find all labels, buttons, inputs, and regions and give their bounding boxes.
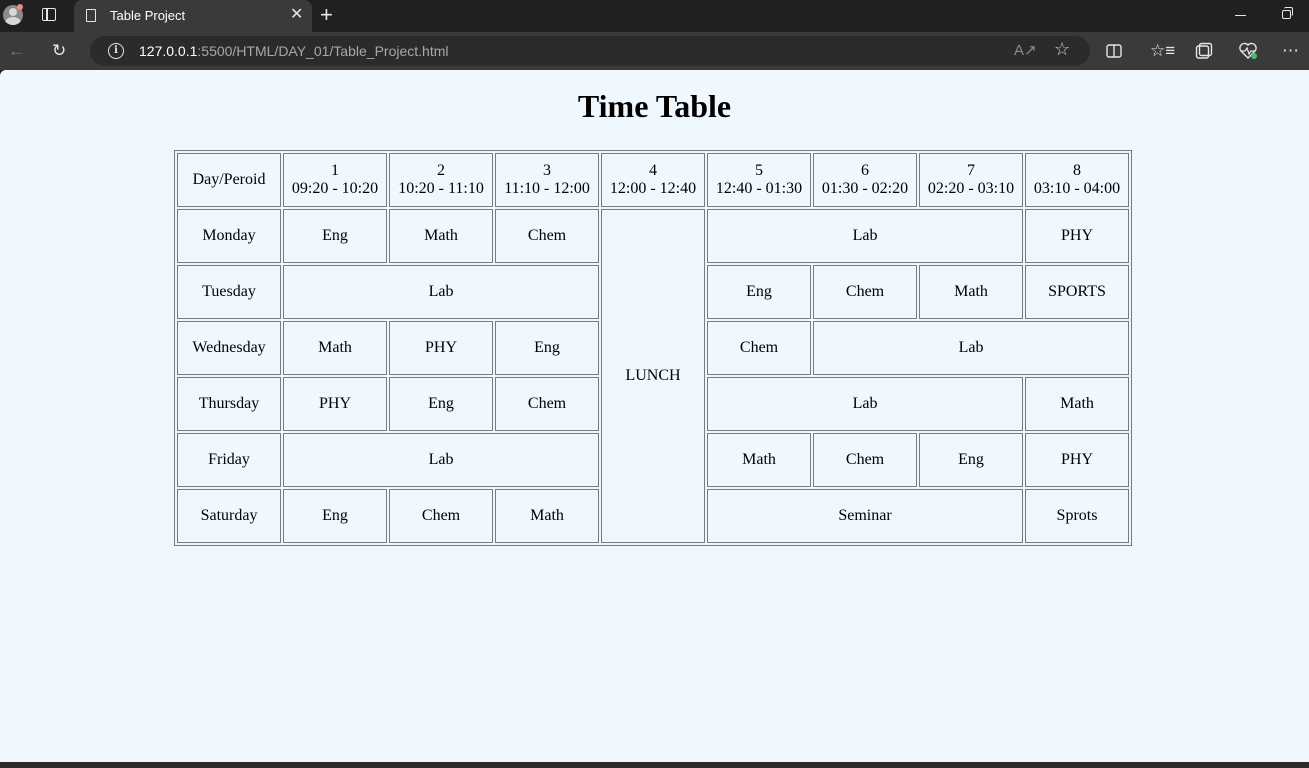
header-period-5: 5 12:40 - 01:30 xyxy=(707,153,811,207)
favorites-icon[interactable]: ☆≡ xyxy=(1150,41,1175,61)
read-aloud-icon[interactable]: A↗ xyxy=(1014,41,1037,59)
subject-cell: Math xyxy=(1025,377,1129,431)
subject-cell: Lab xyxy=(707,209,1023,263)
subject-cell: Chem xyxy=(495,209,599,263)
period-number: 3 xyxy=(543,162,551,179)
period-number: 5 xyxy=(755,162,763,179)
day-cell: Saturday xyxy=(177,489,281,543)
subject-cell: Math xyxy=(495,489,599,543)
header-period-2: 2 10:20 - 11:10 xyxy=(389,153,493,207)
more-options-icon[interactable]: ⋯ xyxy=(1282,41,1299,61)
subject-cell: Chem xyxy=(813,433,917,487)
back-icon[interactable]: ← xyxy=(8,41,25,61)
subject-cell: Lab xyxy=(707,377,1023,431)
page-title: Time Table xyxy=(577,88,732,124)
subject-cell: Math xyxy=(283,321,387,375)
browser-tab-strip: Table Project ✕ + xyxy=(0,0,1309,32)
period-time: 02:20 - 03:10 xyxy=(927,180,1015,197)
restore-window-icon[interactable] xyxy=(1282,7,1293,19)
subject-cell: Math xyxy=(707,433,811,487)
day-cell: Tuesday xyxy=(177,265,281,319)
bottom-edge xyxy=(0,762,1309,768)
subject-cell: PHY xyxy=(1025,433,1129,487)
header-period-6: 6 01:30 - 02:20 xyxy=(813,153,917,207)
close-tab-icon[interactable]: ✕ xyxy=(290,6,303,24)
subject-cell: Chem xyxy=(813,265,917,319)
subject-cell: Chem xyxy=(707,321,811,375)
period-time: 12:40 - 01:30 xyxy=(715,180,803,197)
lunch-cell: LUNCH xyxy=(601,209,705,543)
split-screen-icon[interactable] xyxy=(1106,43,1122,59)
browser-toolbar: ← ↻ i 127.0.0.1:5500/HTML/DAY_01/Table_P… xyxy=(0,32,1309,70)
subject-cell: Seminar xyxy=(707,489,1023,543)
period-time: 03:10 - 04:00 xyxy=(1033,180,1121,197)
address-bar[interactable]: i 127.0.0.1:5500/HTML/DAY_01/Table_Proje… xyxy=(90,36,1090,66)
profile-notification-dot xyxy=(17,4,23,10)
tab-title: Table Project xyxy=(110,8,186,23)
period-time: 01:30 - 02:20 xyxy=(821,180,909,197)
page-icon xyxy=(86,9,96,22)
day-cell: Monday xyxy=(177,209,281,263)
period-time: 12:00 - 12:40 xyxy=(609,180,697,197)
browser-essentials-icon[interactable] xyxy=(1238,42,1258,60)
subject-cell: Eng xyxy=(919,433,1023,487)
day-cell: Friday xyxy=(177,433,281,487)
period-number: 4 xyxy=(649,162,657,179)
subject-cell: Lab xyxy=(283,433,599,487)
subject-cell: PHY xyxy=(389,321,493,375)
subject-cell: Eng xyxy=(283,489,387,543)
new-tab-icon[interactable]: + xyxy=(320,3,333,27)
minimize-icon[interactable] xyxy=(1235,15,1246,17)
period-number: 6 xyxy=(861,162,869,179)
subject-cell: PHY xyxy=(1025,209,1129,263)
period-number: 2 xyxy=(437,162,445,179)
subject-cell: Math xyxy=(919,265,1023,319)
subject-cell: Math xyxy=(389,209,493,263)
period-time: 10:20 - 11:10 xyxy=(398,180,484,197)
subject-cell: Eng xyxy=(495,321,599,375)
subject-cell: Sprots xyxy=(1025,489,1129,543)
subject-cell: Lab xyxy=(813,321,1129,375)
table-row: Monday Eng Math Chem LUNCH Lab PHY xyxy=(177,209,1129,543)
period-time: 09:20 - 10:20 xyxy=(291,180,379,197)
period-number: 8 xyxy=(1073,162,1081,179)
table-header-row: Day/Peroid 1 09:20 - 10:20 2 10:20 - 11:10 3 1… xyxy=(177,153,1129,207)
collections-icon[interactable] xyxy=(1195,42,1213,60)
subject-cell: Chem xyxy=(495,377,599,431)
header-period-7: 7 02:20 - 03:10 xyxy=(919,153,1023,207)
url-text[interactable]: 127.0.0.1:5500/HTML/DAY_01/Table_Project… xyxy=(139,43,448,59)
subject-cell: Lab xyxy=(283,265,599,319)
period-number: 7 xyxy=(967,162,975,179)
favorite-star-icon[interactable]: ☆ xyxy=(1054,39,1070,60)
time-table: Day/Peroid 1 09:20 - 10:20 2 10:20 - 11:10 3 1… xyxy=(174,150,1132,546)
subject-cell: Eng xyxy=(389,377,493,431)
day-cell: Wednesday xyxy=(177,321,281,375)
header-period-1: 1 09:20 - 10:20 xyxy=(283,153,387,207)
header-day-period: Day/Peroid xyxy=(177,153,281,207)
header-period-4: 4 12:00 - 12:40 xyxy=(601,153,705,207)
day-cell: Thursday xyxy=(177,377,281,431)
site-info-icon[interactable]: i xyxy=(108,43,124,59)
subject-cell: PHY xyxy=(283,377,387,431)
subject-cell: Eng xyxy=(283,209,387,263)
header-period-8: 8 03:10 - 04:00 xyxy=(1025,153,1129,207)
subject-cell: Eng xyxy=(707,265,811,319)
period-number: 1 xyxy=(331,162,339,179)
header-period-3: 3 11:10 - 12:00 xyxy=(495,153,599,207)
subject-cell: Chem xyxy=(389,489,493,543)
period-time: 11:10 - 12:00 xyxy=(504,180,590,197)
tab-table-project[interactable]: Table Project ✕ xyxy=(74,0,312,32)
page-viewport: Time Table Day/Peroid 1 09:20 - 10:20 2 10:2… xyxy=(0,70,1309,762)
subject-cell: SPORTS xyxy=(1025,265,1129,319)
refresh-icon[interactable]: ↻ xyxy=(52,41,66,61)
tab-actions-icon[interactable] xyxy=(42,8,56,21)
